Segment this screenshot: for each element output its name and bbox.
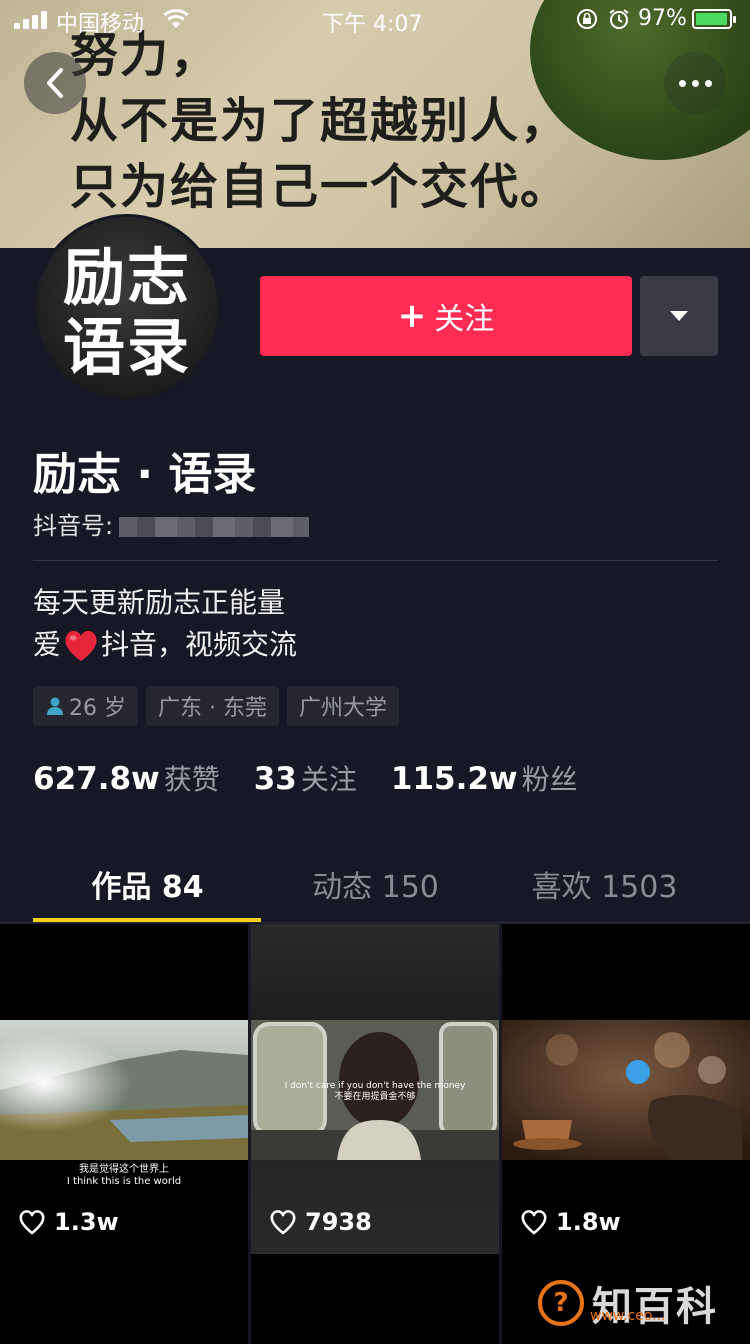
bio-line: 每天更新励志正能量 xyxy=(33,586,286,619)
banner-quote: 努力， 从不是为了超越别人， 只为给自己一个交代。 xyxy=(70,22,570,220)
like-count-text: 1.8w xyxy=(556,1208,621,1236)
wifi-icon xyxy=(163,9,189,28)
battery-icon xyxy=(692,9,736,29)
video-thumbnail[interactable]: 我是觉得这个世界上 I think this is the world 1.3w xyxy=(0,924,248,1254)
video-thumbnail[interactable] xyxy=(251,1254,499,1344)
heart-outline-icon xyxy=(270,1210,296,1235)
site-watermark: ? 知百科 www.ceo... xyxy=(538,1272,750,1334)
alarm-icon xyxy=(609,9,629,29)
tag-text: 广州大学 xyxy=(298,696,387,721)
video-like-count: 1.3w xyxy=(18,1208,119,1236)
more-button[interactable] xyxy=(664,52,726,114)
video-thumbnail[interactable] xyxy=(0,1254,248,1344)
heart-outline-icon xyxy=(521,1210,547,1235)
orientation-lock-icon xyxy=(577,9,597,29)
status-time: 下午 4:07 xyxy=(322,12,423,37)
douyin-id-blurred-value xyxy=(119,517,310,537)
tab-likes[interactable]: 喜欢 1503 xyxy=(490,862,719,906)
tabs-divider xyxy=(0,922,750,923)
avatar[interactable]: 励志 语录 xyxy=(33,214,221,402)
stat-number: 33 xyxy=(253,761,297,797)
profile-tags: 26 岁 广东 · 东莞 广州大学 xyxy=(33,686,399,726)
battery-fill xyxy=(696,13,727,25)
caret-down-icon xyxy=(670,311,688,321)
following-stat[interactable]: 33 关注 xyxy=(254,758,357,798)
stat-number: 627.8w xyxy=(33,761,160,797)
status-bar: 中国移动 下午 4:07 97% xyxy=(0,0,750,40)
tag-text: 广东 · 东莞 xyxy=(158,696,267,721)
video-subtitle-cn: 不要在用提貴金不够 xyxy=(334,1092,416,1102)
heart-outline-icon xyxy=(19,1210,45,1235)
landscape-thumbnail-image xyxy=(0,1020,248,1160)
tab-works[interactable]: 作品 84 xyxy=(33,862,262,906)
question-icon: ? xyxy=(538,1280,584,1326)
bio-text: 抖音，视频交流 xyxy=(101,628,298,661)
more-dot-icon xyxy=(704,79,712,87)
avatar-text-line: 励志 xyxy=(62,241,191,314)
profile-tabs: 作品 84 动态 150 喜欢 1503 xyxy=(0,854,750,924)
stat-label: 粉丝 xyxy=(521,763,578,796)
avatar-text: 励志 语录 xyxy=(36,243,218,383)
coffee-bokeh-thumbnail-image xyxy=(502,1020,750,1160)
video-subtitle-en: I think this is the world xyxy=(66,1176,182,1187)
age-tag: 26 岁 xyxy=(33,686,138,726)
back-button[interactable] xyxy=(24,52,86,114)
follow-label: 关注 xyxy=(434,302,495,337)
profile-stats: 627.8w 获赞 33 关注 115.2w 粉丝 xyxy=(33,758,612,798)
video-subtitle-cn: 我是觉得这个世界上 xyxy=(79,1164,169,1175)
video-like-count: 1.8w xyxy=(520,1208,621,1236)
stat-number: 115.2w xyxy=(390,761,518,797)
stat-label: 关注 xyxy=(300,763,357,796)
divider xyxy=(33,560,718,561)
avatar-text-line: 语录 xyxy=(62,311,191,384)
profile-name: 励志 · 语录 xyxy=(33,449,257,500)
douyin-id-label: 抖音号: xyxy=(33,512,114,540)
watermark-url: www.ceo... xyxy=(590,1308,666,1324)
more-dot-icon xyxy=(691,79,699,87)
bio-text: 爱 xyxy=(33,628,62,661)
follow-button[interactable]: + 关注 xyxy=(260,276,632,356)
more-dot-icon xyxy=(678,79,686,87)
likes-stat: 627.8w 获赞 xyxy=(33,758,220,798)
banner-quote-line: 只为给自己一个交代。 xyxy=(70,159,571,215)
plus-icon: + xyxy=(397,296,427,336)
school-tag[interactable]: 广州大学 xyxy=(286,686,399,726)
banner-quote-line: 从不是为了超越别人， xyxy=(70,93,571,149)
chevron-left-icon xyxy=(47,68,63,98)
like-count-text: 1.3w xyxy=(54,1208,119,1236)
red-heart-icon xyxy=(65,630,97,661)
signal-icon xyxy=(14,11,50,29)
video-like-count: 7938 xyxy=(269,1208,372,1236)
video-thumbnail[interactable]: 1.8w xyxy=(502,924,750,1254)
tab-moments[interactable]: 动态 150 xyxy=(261,862,490,906)
tag-text: 26 岁 xyxy=(69,696,126,721)
recommend-dropdown-button[interactable] xyxy=(640,276,718,356)
douyin-id: 抖音号: xyxy=(33,506,310,541)
profile-bio: 每天更新励志正能量 爱 抖音，视频交流 xyxy=(33,582,297,666)
stat-label: 获赞 xyxy=(163,763,220,796)
battery-percent: 97% xyxy=(638,6,687,31)
like-count-text: 7938 xyxy=(305,1208,372,1236)
video-thumbnail[interactable]: I don't care if you don't have the money… xyxy=(251,924,499,1254)
location-tag: 广东 · 东莞 xyxy=(146,686,279,726)
person-icon xyxy=(47,697,63,715)
carrier-name: 中国移动 xyxy=(56,12,145,37)
followers-stat[interactable]: 115.2w 粉丝 xyxy=(391,758,578,798)
bio-line: 爱 抖音，视频交流 xyxy=(33,624,297,666)
